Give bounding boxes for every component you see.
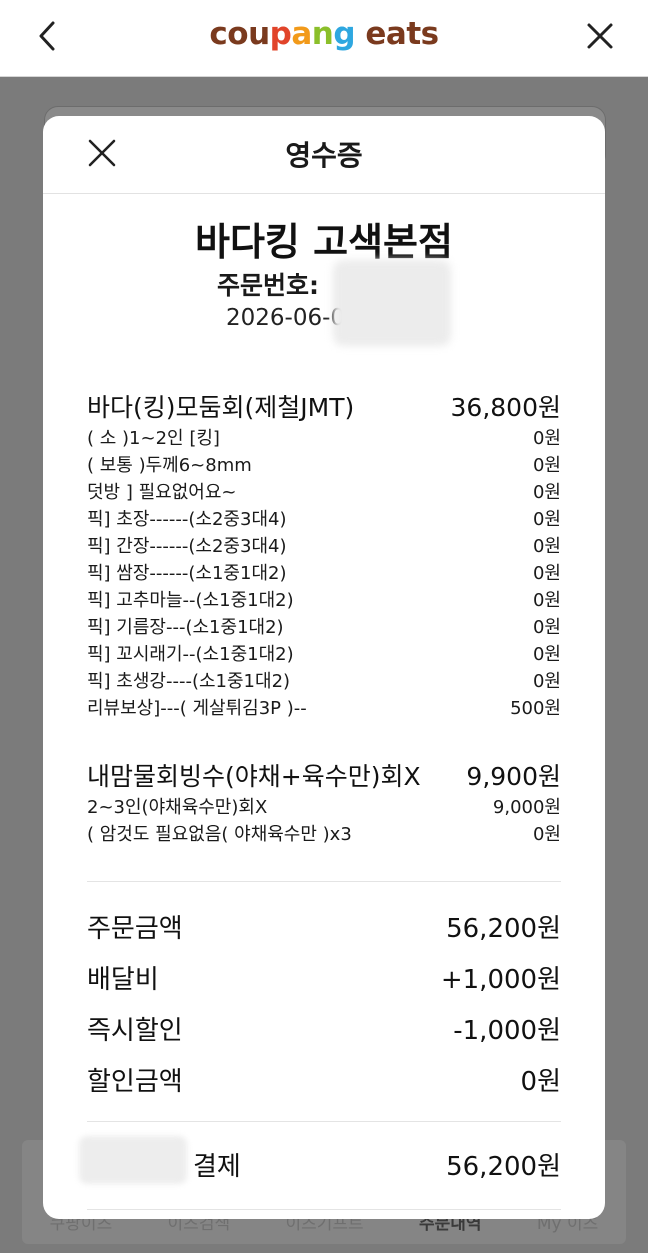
option-price: 0원 <box>532 482 561 503</box>
option-name: 픽] 초생강----(소1중1대2) <box>87 671 291 692</box>
item-option: 픽] 쌈장------(소1중1대2) 0원 <box>87 559 561 585</box>
option-name: 덧방 ] 필요없어요~ <box>87 482 237 503</box>
item-option: 픽] 간장------(소2중3대4) 0원 <box>87 532 561 558</box>
redacted-order-number <box>333 260 451 346</box>
logo-letter: n <box>311 16 334 52</box>
option-name: ( 보통 )두께6~8mm <box>87 455 252 476</box>
logo-letter: p <box>269 16 292 52</box>
item-option: 픽] 꼬시래기--(소1중1대2) 0원 <box>87 640 561 666</box>
order-date: 2026-06-0 <box>226 305 346 331</box>
option-name: 픽] 초장------(소2중3대4) <box>87 509 287 530</box>
summary-label: 배달비 <box>87 965 159 995</box>
option-name: 픽] 간장------(소2중3대4) <box>87 536 287 557</box>
order-item: 바다(킹)모둠회(제철JMT) 36,800원 <box>87 388 561 424</box>
option-name: 픽] 꼬시래기--(소1중1대2) <box>87 644 294 665</box>
redacted-payment-method <box>79 1136 187 1184</box>
logo-letter: c <box>209 16 228 52</box>
summary-value: +1,000원 <box>440 965 561 995</box>
divider <box>87 1209 561 1210</box>
item-option: 2~3인(야채육수만)회X 9,000원 <box>87 793 561 819</box>
payment-label: 결제 <box>193 1152 241 1182</box>
option-name: 픽] 쌈장------(소1중1대2) <box>87 563 287 584</box>
logo-letter: eats <box>355 16 439 52</box>
item-option: 픽] 고추마늘--(소1중1대2) 0원 <box>87 586 561 612</box>
option-price: 0원 <box>532 644 561 665</box>
option-name: 픽] 기름장---(소1중1대2) <box>87 617 284 638</box>
summary-row: 주문금액 56,200원 <box>87 908 561 945</box>
option-name: 2~3인(야채육수만)회X <box>87 797 268 818</box>
item-name: 바다(킹)모둠회(제철JMT) <box>87 393 355 422</box>
summary-label: 즉시할인 <box>87 1016 183 1046</box>
logo-letter: o <box>227 16 249 52</box>
order-item: 내맘물회빙수(야채+육수만)회X 9,900원 <box>87 757 561 793</box>
logo-letter: a <box>291 16 312 52</box>
option-price: 0원 <box>532 671 561 692</box>
app-header: coupang eats <box>0 0 648 77</box>
close-icon[interactable] <box>582 18 618 54</box>
receipt-title: 영수증 <box>285 139 363 172</box>
option-name: 픽] 고추마늘--(소1중1대2) <box>87 590 294 611</box>
item-price: 9,900원 <box>466 762 561 791</box>
summary-value: 56,200원 <box>446 914 561 944</box>
item-option: ( 보통 )두께6~8mm 0원 <box>87 451 561 477</box>
option-price: 500원 <box>510 698 561 719</box>
receipt-modal: 영수증 바다킹 고색본점 주문번호: 2026-06-0 바다(킹)모둠회(제철… <box>43 116 605 1219</box>
store-name: 바다킹 고색본점 <box>195 220 453 264</box>
payment-amount: 56,200원 <box>446 1152 561 1182</box>
coupang-eats-logo: coupang eats <box>0 14 648 54</box>
option-price: 0원 <box>532 536 561 557</box>
logo-letter: g <box>333 16 356 52</box>
option-price: 0원 <box>532 428 561 449</box>
summary-label: 주문금액 <box>87 914 183 944</box>
option-price: 0원 <box>532 824 561 845</box>
summary-value: 0원 <box>520 1067 561 1097</box>
item-option: 리뷰보상]---( 게살튀김3P )-- 500원 <box>87 694 561 720</box>
item-option: 픽] 초생강----(소1중1대2) 0원 <box>87 667 561 693</box>
option-price: 0원 <box>532 509 561 530</box>
option-price: 0원 <box>532 590 561 611</box>
option-name: ( 소 )1~2인 [킹] <box>87 428 220 449</box>
divider <box>87 1121 561 1122</box>
receipt-header: 영수증 <box>43 116 605 194</box>
option-price: 0원 <box>532 617 561 638</box>
summary-row: 할인금액 0원 <box>87 1061 561 1098</box>
order-number-label: 주문번호: <box>217 271 319 300</box>
summary-row: 즉시할인 -1,000원 <box>87 1010 561 1047</box>
option-name: 리뷰보상]---( 게살튀김3P )-- <box>87 698 307 719</box>
logo-letter: u <box>248 16 270 52</box>
summary-label: 할인금액 <box>87 1067 183 1097</box>
option-price: 0원 <box>532 455 561 476</box>
option-name: ( 암것도 필요없음( 야채육수만 )x3 <box>87 824 352 845</box>
summary-row: 배달비 +1,000원 <box>87 959 561 996</box>
item-price: 36,800원 <box>450 393 561 422</box>
divider <box>87 881 561 882</box>
option-price: 9,000원 <box>492 797 561 818</box>
item-option: 픽] 기름장---(소1중1대2) 0원 <box>87 613 561 639</box>
item-option: 픽] 초장------(소2중3대4) 0원 <box>87 505 561 531</box>
option-price: 0원 <box>532 563 561 584</box>
item-option: ( 소 )1~2인 [킹] 0원 <box>87 424 561 450</box>
item-option: ( 암것도 필요없음( 야채육수만 )x3 0원 <box>87 820 561 846</box>
item-option: 덧방 ] 필요없어요~ 0원 <box>87 478 561 504</box>
item-name: 내맘물회빙수(야채+육수만)회X <box>87 762 421 791</box>
summary-value: -1,000원 <box>453 1016 561 1046</box>
